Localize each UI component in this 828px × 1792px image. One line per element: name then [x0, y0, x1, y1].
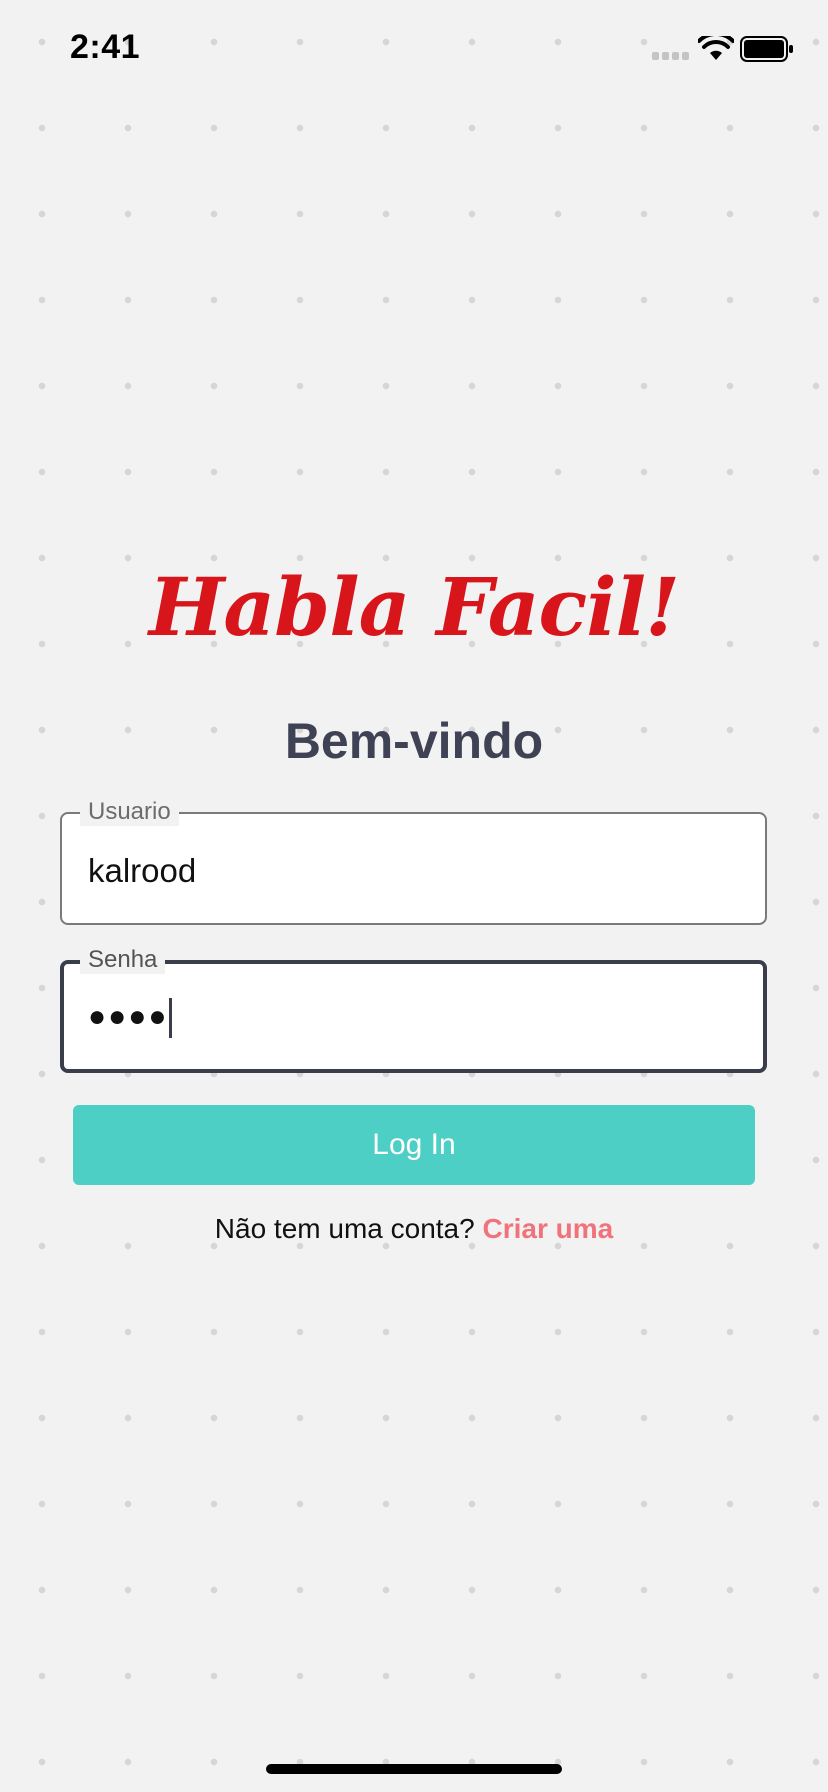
- password-dots: ●●●●: [88, 999, 169, 1033]
- signup-prompt-line: Não tem uma conta? Criar uma: [0, 1213, 828, 1245]
- wifi-icon: [698, 36, 734, 60]
- password-label: Senha: [80, 946, 166, 974]
- username-field[interactable]: Usuario kalrood: [60, 798, 767, 925]
- create-account-link[interactable]: Criar uma: [482, 1213, 613, 1244]
- status-time: 2:41: [70, 28, 141, 66]
- signal-icon: [652, 52, 689, 60]
- username-label: Usuario: [80, 798, 179, 826]
- home-indicator[interactable]: [266, 1764, 562, 1774]
- password-field[interactable]: Senha ●●●●: [60, 946, 767, 1073]
- status-bar: 2:41: [0, 0, 828, 100]
- username-input[interactable]: kalrood: [88, 852, 196, 890]
- signup-prompt: Não tem uma conta?: [214, 1213, 475, 1244]
- app-logo: Habla Facil!: [148, 560, 680, 654]
- text-caret: [169, 998, 173, 1038]
- password-input[interactable]: ●●●●: [88, 998, 173, 1038]
- welcome-title: Bem-vindo: [284, 713, 544, 769]
- login-button[interactable]: Log In: [73, 1105, 755, 1185]
- battery-icon: [740, 36, 793, 62]
